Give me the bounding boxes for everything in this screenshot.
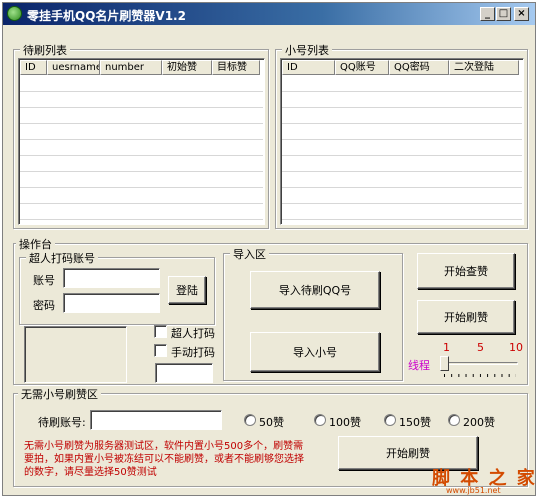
import-legend: 导入区: [230, 246, 269, 262]
pending-list-group: 待刷列表 ID uesrname number 初始赞 目标赞: [13, 42, 269, 229]
pending-list-legend: 待刷列表: [20, 42, 70, 58]
minimize-button[interactable]: _: [480, 7, 495, 21]
app-icon: [7, 6, 22, 21]
option-200-label: 200赞: [463, 416, 495, 429]
option-50-radio[interactable]: [244, 414, 256, 426]
import-group: 导入区 导入待刷QQ号 导入小号: [223, 246, 403, 381]
thread-slider-track: [442, 362, 518, 365]
thread-label: 线程: [408, 359, 430, 372]
column-header[interactable]: number: [100, 60, 162, 75]
account-list-group: 小号列表 ID QQ账号 QQ密码 二次登陆: [275, 42, 528, 229]
thread-slider-ticks: [444, 374, 516, 377]
account-list-table[interactable]: ID QQ账号 QQ密码 二次登陆: [280, 58, 524, 225]
target-account-label: 待刷账号:: [38, 416, 86, 429]
captcha-account-group: 超人打码账号 账号 密码 登陆: [19, 250, 215, 325]
target-account-input[interactable]: [90, 410, 222, 430]
thread-slider-thumb[interactable]: [440, 356, 449, 371]
column-header[interactable]: ID: [282, 60, 335, 75]
start-like-button[interactable]: 开始刷赞: [417, 300, 515, 334]
main-window: 零挂手机QQ名片刷赞器V1.2 _ □ × 待刷列表 ID uesrname n…: [2, 2, 536, 496]
manual-captcha-checkbox[interactable]: [154, 344, 167, 357]
server-test-note: 无需小号刷赞为服务器测试区，软件内置小号500多个，刷赞需要拍，如果内置小号被冻…: [24, 441, 304, 478]
captcha-code-input[interactable]: [155, 363, 213, 383]
window-title: 零挂手机QQ名片刷赞器V1.2: [27, 9, 186, 23]
column-header[interactable]: 初始赞: [162, 60, 212, 75]
captcha-account-legend: 超人打码账号: [26, 250, 98, 266]
manual-captcha-label: 手动打码: [171, 346, 215, 359]
column-header[interactable]: uesrname: [47, 60, 100, 75]
no-account-legend: 无需小号刷赞区: [18, 386, 101, 402]
console-group: 操作台 超人打码账号 账号 密码 登陆 超人打码 手动打码 导入区 导入待刷QQ…: [13, 236, 528, 385]
captcha-image-area: [24, 326, 127, 383]
account-list-rows[interactable]: [282, 76, 522, 223]
super-captcha-label: 超人打码: [171, 327, 215, 340]
account-list-legend: 小号列表: [282, 42, 332, 58]
account-list-header: ID QQ账号 QQ密码 二次登陆: [282, 60, 519, 75]
column-header[interactable]: QQ密码: [389, 60, 449, 75]
pending-list-table[interactable]: ID uesrname number 初始赞 目标赞: [18, 58, 265, 225]
column-header[interactable]: 目标赞: [212, 60, 260, 75]
captcha-password-input[interactable]: [63, 293, 160, 313]
thread-slider[interactable]: [440, 356, 522, 380]
thread-tick-label: 10: [509, 341, 523, 354]
option-50-label: 50赞: [259, 416, 284, 429]
option-150-label: 150赞: [399, 416, 431, 429]
column-header[interactable]: ID: [20, 60, 47, 75]
title-bar[interactable]: 零挂手机QQ名片刷赞器V1.2 _ □ ×: [3, 3, 535, 25]
option-150-radio[interactable]: [384, 414, 396, 426]
option-200-radio[interactable]: [448, 414, 460, 426]
import-accounts-button[interactable]: 导入小号: [250, 332, 380, 372]
pending-list-header: ID uesrname number 初始赞 目标赞: [20, 60, 260, 75]
captcha-account-input[interactable]: [63, 268, 160, 288]
close-button[interactable]: ×: [514, 7, 529, 21]
start-check-button[interactable]: 开始查赞: [417, 253, 515, 289]
import-pending-button[interactable]: 导入待刷QQ号: [250, 271, 380, 309]
thread-tick-label: 5: [477, 341, 484, 354]
column-header[interactable]: 二次登陆: [449, 60, 519, 75]
watermark-url: www.jb51.net: [446, 486, 501, 495]
login-button[interactable]: 登陆: [168, 276, 206, 304]
option-100-radio[interactable]: [314, 414, 326, 426]
column-header[interactable]: QQ账号: [335, 60, 389, 75]
account-label: 账号: [33, 274, 55, 287]
password-label: 密码: [33, 299, 55, 312]
super-captcha-checkbox[interactable]: [154, 325, 167, 338]
pending-list-rows[interactable]: [20, 76, 263, 223]
option-100-label: 100赞: [329, 416, 361, 429]
thread-tick-label: 1: [443, 341, 450, 354]
maximize-button[interactable]: □: [496, 7, 511, 21]
